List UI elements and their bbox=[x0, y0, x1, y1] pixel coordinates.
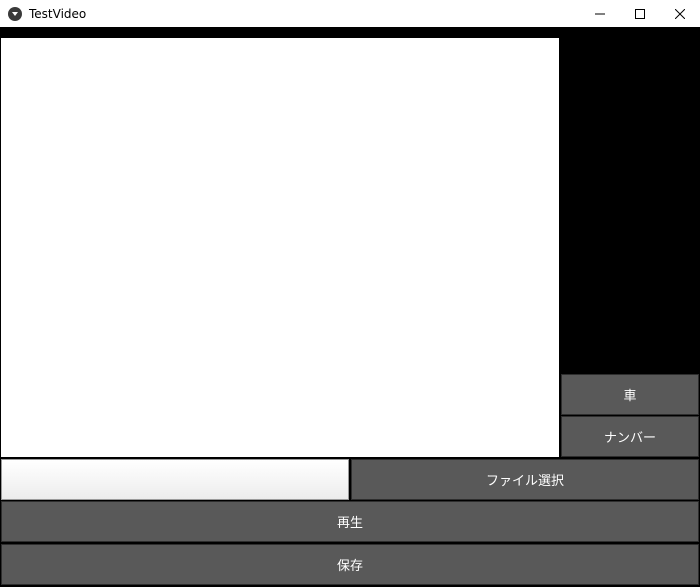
number-button[interactable]: ナンバー bbox=[561, 416, 699, 457]
car-button[interactable]: 車 bbox=[561, 374, 699, 415]
close-button[interactable] bbox=[660, 0, 700, 27]
close-icon bbox=[675, 8, 685, 19]
play-button[interactable]: 再生 bbox=[1, 501, 699, 542]
app-icon bbox=[8, 6, 22, 21]
maximize-button[interactable] bbox=[620, 0, 660, 27]
window-title: TestVideo bbox=[29, 6, 87, 21]
title-bar[interactable]: TestVideo bbox=[0, 0, 700, 27]
minimize-button[interactable] bbox=[580, 0, 620, 27]
app-window: TestVideo 車 ナンバー ファイル選択 再生 保存 bbox=[0, 0, 700, 587]
file-select-button[interactable]: ファイル選択 bbox=[351, 459, 699, 500]
window-controls bbox=[580, 0, 700, 27]
video-display bbox=[1, 38, 559, 457]
file-path-input[interactable] bbox=[1, 459, 349, 500]
save-button[interactable]: 保存 bbox=[1, 544, 699, 585]
maximize-icon bbox=[635, 8, 645, 19]
minimize-icon bbox=[595, 9, 605, 19]
